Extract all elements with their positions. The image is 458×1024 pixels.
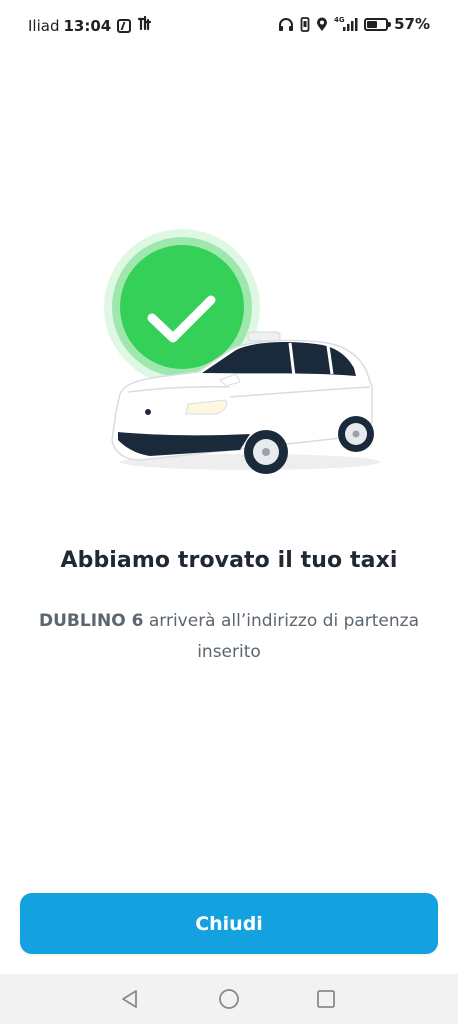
driver-name: DUBLINO 6: [38, 611, 144, 631]
status-right: 4G 57%: [278, 15, 430, 33]
battery-icon: [364, 17, 392, 31]
arrival-message: DUBLINO 6 arriverà all’indirizzo di part…: [20, 606, 438, 668]
location-icon: [316, 17, 328, 32]
back-icon[interactable]: [118, 987, 142, 1011]
signal-icon: 4G: [334, 16, 358, 32]
taxi-found-illustration: [80, 222, 380, 492]
navigation-bar: [0, 974, 458, 1024]
headphones-icon: [278, 17, 294, 32]
page-title: Abbiamo trovato il tuo taxi: [60, 548, 398, 573]
battery-fill: [367, 20, 378, 28]
nfc-icon: [117, 18, 132, 33]
network-type: 4G: [334, 16, 345, 24]
vibrate-icon: [300, 16, 310, 32]
battery-percent: 57%: [394, 15, 430, 33]
clock-time: 13:04: [63, 16, 112, 35]
close-button[interactable]: Chiudi: [20, 893, 438, 954]
home-icon[interactable]: [217, 987, 241, 1011]
status-left: Iliad 13:04: [28, 15, 153, 35]
status-bar: Iliad 13:04 4G 57%: [0, 0, 458, 52]
arrival-message-text: arriverà all’indirizzo di partenza inser…: [143, 611, 420, 662]
recents-icon[interactable]: [314, 987, 338, 1011]
app-notification-icon: [137, 15, 153, 35]
carrier-name: Iliad: [28, 16, 60, 35]
